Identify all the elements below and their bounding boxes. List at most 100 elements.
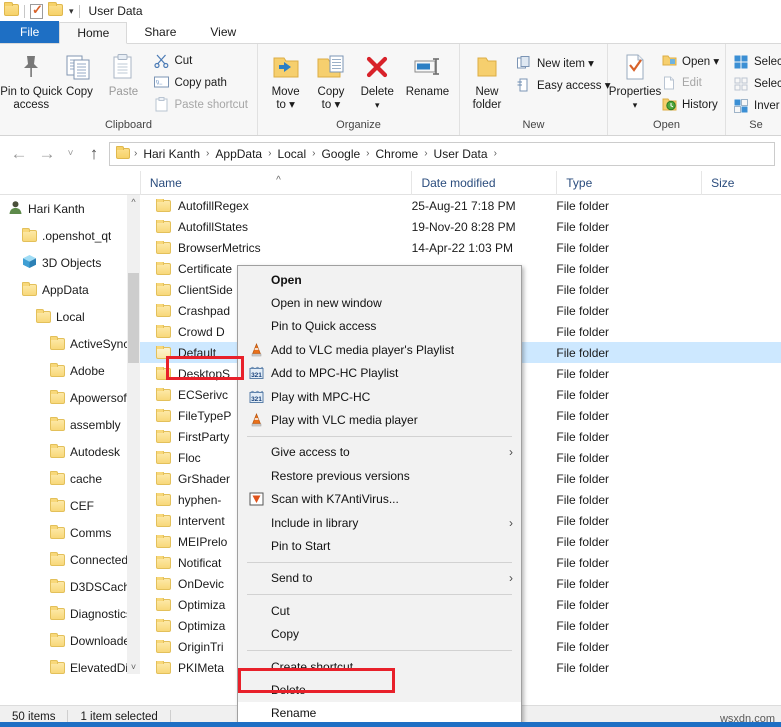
- breadcrumb-item-hari-kanth[interactable]: Hari Kanth: [138, 147, 205, 161]
- nav-item-activesync[interactable]: ActiveSync: [0, 330, 140, 357]
- breadcrumb-sep-6[interactable]: ›: [493, 148, 498, 159]
- table-row[interactable]: AutofillStates 19-Nov-20 8:28 PM File fold…: [140, 216, 781, 237]
- breadcrumb-item-user-data[interactable]: User Data: [429, 147, 493, 161]
- nav-item-cache[interactable]: cache: [0, 465, 140, 492]
- delete-button[interactable]: Delete ▾: [354, 48, 401, 114]
- menu-item-delete[interactable]: Delete: [238, 678, 521, 701]
- menu-item-label: Play with MPC-HC: [271, 389, 371, 404]
- nav-item-assembly[interactable]: assembly: [0, 411, 140, 438]
- history-button[interactable]: History: [657, 94, 723, 115]
- up-button[interactable]: ↑: [81, 141, 107, 167]
- properties-icon[interactable]: [30, 2, 43, 19]
- nav-item-connectedde[interactable]: ConnectedDe: [0, 546, 140, 573]
- tab-share[interactable]: Share: [127, 21, 193, 43]
- quick-access-folder-icon[interactable]: [4, 2, 19, 18]
- invert-selection-button[interactable]: Inver: [731, 95, 781, 116]
- nav-item-downloaded[interactable]: Downloaded: [0, 627, 140, 654]
- chevron-down-icon[interactable]: ▾: [69, 6, 74, 17]
- copy-button[interactable]: Copy: [57, 48, 101, 101]
- nav-item-apowersoft[interactable]: Apowersoft: [0, 384, 140, 411]
- tab-view[interactable]: View: [193, 21, 253, 43]
- paste-shortcut-button[interactable]: Paste shortcut: [149, 94, 252, 115]
- select-none-button[interactable]: Selec: [731, 73, 781, 94]
- table-row[interactable]: BrowserMetrics 14-Apr-22 1:03 PM File fold…: [140, 237, 781, 258]
- scroll-up-icon[interactable]: ^: [127, 195, 140, 209]
- menu-item-restore-previous-versions[interactable]: Restore previous versions: [238, 464, 521, 487]
- vlc-icon: [246, 411, 266, 429]
- recent-locations-button[interactable]: ˅: [62, 141, 79, 167]
- ribbon-group-label-new: New: [522, 119, 545, 131]
- menu-item-add-to-mpc-hc-playlist[interactable]: 321 Add to MPC-HC Playlist: [238, 362, 521, 385]
- breadcrumb-item-local[interactable]: Local: [272, 147, 311, 161]
- edit-button[interactable]: Edit: [657, 72, 723, 93]
- menu-item-copy[interactable]: Copy: [238, 622, 521, 645]
- menu-item-play-with-vlc-media-player[interactable]: Play with VLC media player: [238, 408, 521, 431]
- select-all-button[interactable]: Selec: [731, 51, 781, 72]
- menu-item-open-in-new-window[interactable]: Open in new window: [238, 291, 521, 314]
- nav-item-hari-kanth[interactable]: Hari Kanth: [0, 195, 140, 222]
- move-to-button[interactable]: Move to ▾: [263, 48, 308, 114]
- breadcrumb-item-chrome[interactable]: Chrome: [371, 147, 424, 161]
- column-header-date-modified[interactable]: Date modified: [411, 170, 556, 195]
- menu-item-include-in-library[interactable]: Include in library ›: [238, 511, 521, 534]
- breadcrumb[interactable]: › Hari Kanth › AppData › Local › Google …: [109, 141, 775, 166]
- menu-item-cut[interactable]: Cut: [238, 599, 521, 622]
- column-header-name[interactable]: ^ Name: [139, 170, 412, 195]
- file-type-cell: File folder: [556, 198, 610, 213]
- properties-button[interactable]: Properties ▾: [609, 48, 661, 114]
- nav-item-appdata[interactable]: AppData: [0, 276, 140, 303]
- table-row[interactable]: AutofillRegex 25-Aug-21 7:18 PM File folde…: [140, 195, 781, 216]
- folder-icon: [50, 362, 65, 377]
- navigation-scrollbar[interactable]: ^ ˅: [127, 195, 140, 674]
- nav-item-d3dscache[interactable]: D3DSCache: [0, 573, 140, 600]
- open-button[interactable]: Open ▾: [657, 50, 723, 71]
- menu-item-pin-to-start[interactable]: Pin to Start: [238, 534, 521, 557]
- folder-icon: [156, 618, 171, 632]
- folder-icon: [50, 578, 65, 593]
- rename-button[interactable]: Rename: [401, 48, 454, 101]
- menu-item-pin-to-quick-access[interactable]: Pin to Quick access: [238, 315, 521, 338]
- new-folder-label-1: New: [475, 86, 499, 98]
- nav-item-elevateddiagn[interactable]: ElevatedDiagn: [0, 654, 140, 674]
- nav-item-comms[interactable]: Comms: [0, 519, 140, 546]
- ribbon-group-organize: Move to ▾ Copy to ▾ Delete ▾ Rename Orga…: [258, 44, 460, 135]
- forward-button[interactable]: →: [34, 141, 60, 167]
- navigation-pane[interactable]: Hari Kanth .openshot_qt 3D Objects AppData L…: [0, 195, 140, 674]
- menu-item-create-shortcut[interactable]: Create shortcut: [238, 655, 521, 678]
- breadcrumb-item-google[interactable]: Google: [316, 147, 365, 161]
- column-header-type[interactable]: Type: [556, 170, 701, 195]
- nav-item-local[interactable]: Local: [0, 303, 140, 330]
- nav-item-label: 3D Objects: [42, 255, 102, 270]
- cut-label: Cut: [174, 54, 193, 67]
- menu-item-open[interactable]: Open: [238, 268, 521, 291]
- tab-file[interactable]: File: [0, 21, 60, 43]
- ribbon-group-label-select: Se: [749, 119, 763, 131]
- new-folder-icon[interactable]: [48, 2, 63, 18]
- paste-button[interactable]: Paste: [101, 48, 145, 101]
- back-button[interactable]: ←: [6, 141, 32, 167]
- new-folder-button[interactable]: New folder: [465, 48, 509, 114]
- copy-path-button[interactable]: \\.. Copy path: [149, 72, 252, 93]
- menu-item-add-to-vlc-media-player-s-playlist[interactable]: Add to VLC media player's Playlist: [238, 338, 521, 361]
- nav-item-3d-objects[interactable]: 3D Objects: [0, 249, 140, 276]
- pin-to-quick-access-button[interactable]: Pin to Quick access: [0, 48, 62, 114]
- nav-item-openshot-qt[interactable]: .openshot_qt: [0, 222, 140, 249]
- breadcrumb-item-appdata[interactable]: AppData: [210, 147, 267, 161]
- menu-item-play-with-mpc-hc[interactable]: 321 Play with MPC-HC: [238, 385, 521, 408]
- menu-item-give-access-to[interactable]: Give access to ›: [238, 441, 521, 464]
- easy-access-button[interactable]: Easy access ▾: [512, 74, 615, 95]
- nav-item-adobe[interactable]: Adobe: [0, 357, 140, 384]
- copy-to-button[interactable]: Copy to ▾: [308, 48, 353, 114]
- context-menu[interactable]: Open Open in new window Pin to Quick acces…: [237, 265, 522, 727]
- column-header-size[interactable]: Size: [701, 170, 781, 195]
- cut-button[interactable]: Cut: [149, 50, 252, 71]
- scroll-down-icon[interactable]: ˅: [127, 660, 140, 674]
- nav-item-diagnostics[interactable]: Diagnostics: [0, 600, 140, 627]
- scrollbar-thumb[interactable]: [128, 273, 139, 363]
- nav-item-autodesk[interactable]: Autodesk: [0, 438, 140, 465]
- new-item-button[interactable]: New item ▾: [512, 52, 615, 73]
- tab-home[interactable]: Home: [59, 22, 128, 44]
- nav-item-cef[interactable]: CEF: [0, 492, 140, 519]
- menu-item-send-to[interactable]: Send to ›: [238, 567, 521, 590]
- menu-item-scan-with-k7antivirus[interactable]: Scan with K7AntiVirus...: [238, 488, 521, 511]
